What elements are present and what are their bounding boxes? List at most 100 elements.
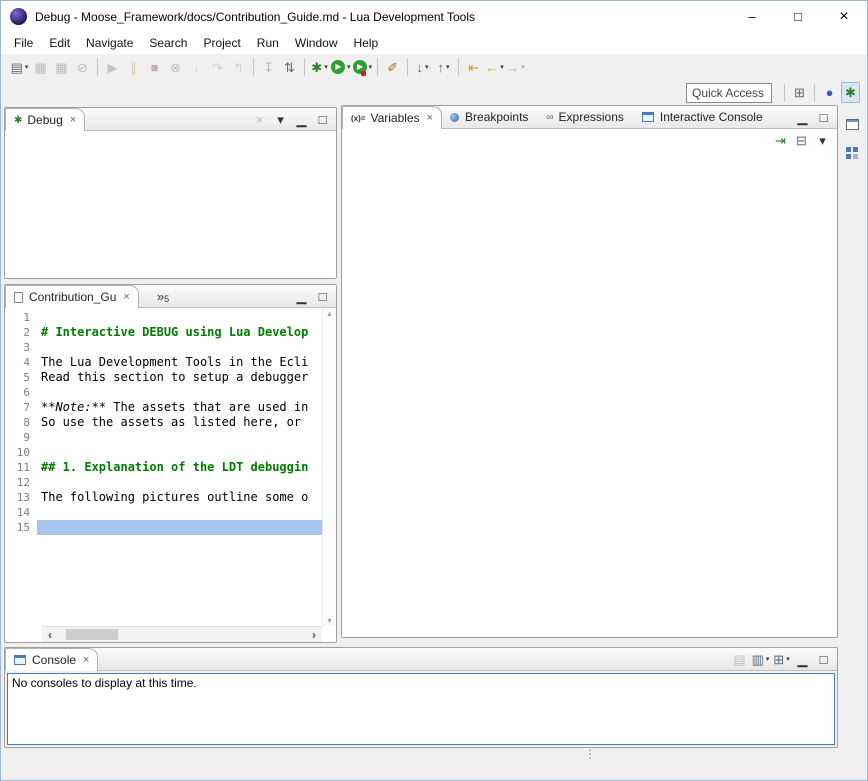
menu-window[interactable]: Window [287, 33, 346, 53]
use-step-filters-button[interactable]: ⇅ [280, 57, 299, 78]
line-number: 7 [5, 400, 37, 415]
editor-line-10[interactable]: 10 [5, 445, 322, 460]
editor-horizontal-scrollbar[interactable]: ‹ › [42, 626, 322, 642]
editor-body[interactable]: 12# Interactive DEBUG using Lua Develop3… [5, 308, 336, 626]
editor-line-4[interactable]: 4The Lua Development Tools in the Ecli [5, 355, 322, 370]
editor-line-2[interactable]: 2# Interactive DEBUG using Lua Develop [5, 325, 322, 340]
console-body: No consoles to display at this time. [5, 671, 837, 747]
quick-access-box[interactable]: Quick Access [686, 83, 772, 103]
editor-line-14[interactable]: 14 [5, 505, 322, 520]
editor-line-7[interactable]: 7**Note:** The assets that are used in [5, 400, 322, 415]
display-console-button[interactable]: ▥▾ [751, 649, 770, 670]
last-edit-location-button[interactable]: ⇤ [464, 57, 483, 78]
tab-breakpoints[interactable]: Breakpoints [442, 106, 538, 128]
restore-view-button[interactable] [842, 114, 862, 134]
maximize-view-button[interactable]: □ [313, 286, 332, 307]
minimize-view-button[interactable]: ▁ [292, 286, 311, 307]
minimize-view-button[interactable]: ▁ [793, 107, 812, 128]
maximize-view-button[interactable]: □ [814, 649, 833, 670]
variables-toolbar: ⇥⊟▾ [342, 129, 837, 151]
close-tab-icon[interactable]: × [83, 654, 89, 666]
toolbar-separator [304, 58, 305, 76]
minimize-window-button[interactable]: – [729, 1, 775, 32]
editor-line-3[interactable]: 3 [5, 340, 322, 355]
menu-navigate[interactable]: Navigate [78, 33, 141, 53]
back-button[interactable]: ←▾ [485, 57, 504, 78]
menu-run[interactable]: Run [249, 33, 287, 53]
scroll-right-icon[interactable]: › [306, 628, 322, 642]
menu-file[interactable]: File [6, 33, 41, 53]
editor-line-6[interactable]: 6 [5, 385, 322, 400]
console-panel: Console × ▤▥▾⊞▾▁□ No consoles to display… [4, 647, 838, 748]
close-tab-icon[interactable]: × [427, 112, 433, 124]
maximize-window-button[interactable]: □ [775, 1, 821, 32]
next-annotation-button[interactable]: ↓▾ [413, 57, 432, 78]
close-tab-icon[interactable]: × [123, 291, 129, 303]
tab-console[interactable]: Console × [5, 648, 98, 671]
line-number: 15 [5, 520, 37, 535]
tab-interactive-console[interactable]: Interactive Console [634, 106, 773, 128]
tab-contribution-guide[interactable]: Contribution_Gu × [5, 285, 139, 308]
external-tools-button[interactable]: ▶▾ [353, 57, 373, 78]
scroll-left-icon[interactable]: ‹ [42, 628, 58, 642]
editor-line-5[interactable]: 5Read this section to setup a debugger [5, 370, 322, 385]
console-message-area[interactable]: No consoles to display at this time. [7, 673, 835, 745]
outline-view-button[interactable] [842, 143, 862, 163]
debug-view-menu-button[interactable]: ▾ [271, 109, 290, 130]
interactive-console-icon [642, 112, 654, 122]
open-console-button[interactable]: ⊞▾ [772, 649, 791, 670]
editor-line-1[interactable]: 1 [5, 310, 322, 325]
line-number: 9 [5, 430, 37, 445]
scroll-up-icon[interactable]: ▴ [327, 309, 331, 318]
editor-line-11[interactable]: 11## 1. Explanation of the LDT debuggin [5, 460, 322, 475]
collapse-all-button[interactable]: ⊟ [792, 130, 811, 151]
tab-debug[interactable]: ✱ Debug × [5, 108, 85, 131]
line-text [37, 340, 322, 355]
close-tab-icon[interactable]: × [70, 114, 76, 126]
menu-project[interactable]: Project [195, 33, 248, 53]
run-button[interactable]: ▶▾ [331, 57, 351, 78]
show-logical-structures-button[interactable]: ⇥ [771, 130, 790, 151]
lua-perspective-button[interactable]: ● [820, 82, 839, 103]
scrollbar-thumb[interactable] [66, 629, 118, 640]
variables-view-menu-button[interactable]: ▾ [813, 130, 832, 151]
variables-panel: (x)=Variables×Breakpoints∞ExpressionsInt… [341, 105, 838, 638]
step-into-button: ↓ [187, 57, 206, 78]
editor-line-8[interactable]: 8So use the assets as listed here, or [5, 415, 322, 430]
open-perspective-button[interactable]: ⊞ [790, 82, 809, 103]
editor-line-13[interactable]: 13The following pictures outline some o [5, 490, 322, 505]
scroll-down-icon[interactable]: ▾ [327, 616, 331, 625]
menu-edit[interactable]: Edit [41, 33, 78, 53]
scrollbar-track[interactable] [58, 627, 306, 642]
pin-console-button: ▤ [730, 649, 749, 670]
console-icon [14, 655, 26, 665]
menu-help[interactable]: Help [346, 33, 387, 53]
open-element-button[interactable]: ✐ [383, 57, 402, 78]
previous-annotation-button[interactable]: ↑▾ [434, 57, 453, 78]
debug-view-content[interactable] [5, 131, 336, 278]
tab-variables[interactable]: (x)=Variables× [342, 106, 442, 129]
minimize-view-button[interactable]: ▁ [793, 649, 812, 670]
editor-line-9[interactable]: 9 [5, 430, 322, 445]
sash-handle[interactable]: ⋮ [584, 750, 596, 759]
editor-line-12[interactable]: 12 [5, 475, 322, 490]
debug-bug-icon: ✱ [14, 115, 22, 126]
menu-search[interactable]: Search [141, 33, 195, 53]
maximize-view-button[interactable]: □ [814, 107, 833, 128]
close-window-button[interactable]: × [821, 1, 867, 32]
variables-content[interactable] [342, 151, 837, 637]
debug-button[interactable]: ✱▾ [310, 57, 329, 78]
drop-to-frame-button: ↧ [259, 57, 278, 78]
line-text: The Lua Development Tools in the Ecli [37, 355, 322, 370]
toolbar-separator [407, 58, 408, 76]
editor-vertical-scrollbar[interactable]: ▴ ▾ [322, 308, 336, 626]
tab-expressions[interactable]: ∞Expressions [538, 106, 634, 128]
debug-perspective-button[interactable]: ✱ [841, 82, 860, 103]
line-number: 6 [5, 385, 37, 400]
more-editors-chevron[interactable]: »5 [157, 285, 169, 307]
maximize-view-button[interactable]: □ [313, 109, 332, 130]
minimize-view-button[interactable]: ▁ [292, 109, 311, 130]
new-wizard-button[interactable]: ▤▾ [10, 57, 29, 78]
editor-line-15[interactable]: 15 [5, 520, 322, 535]
tab-label: Variables [370, 111, 419, 125]
